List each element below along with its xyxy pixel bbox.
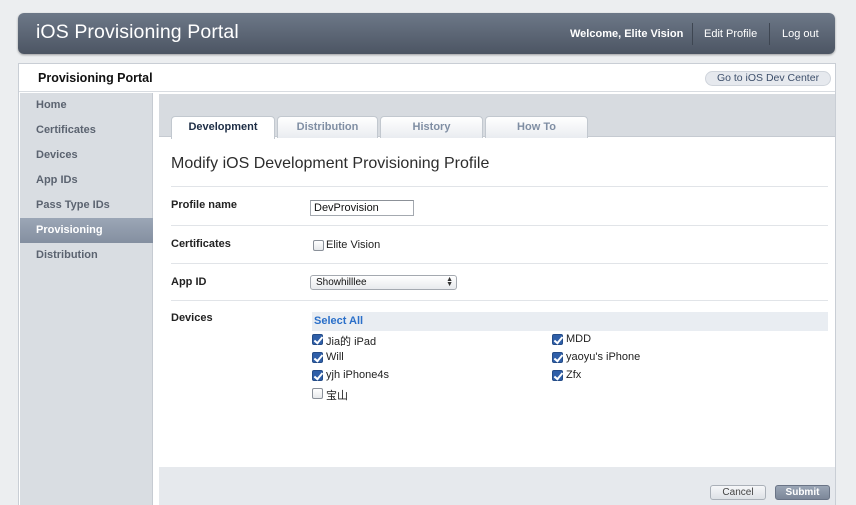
device-name: yjh iPhone4s [326,369,389,381]
tab-development[interactable]: Development [171,116,275,139]
profile-name-input[interactable] [310,200,414,216]
select-all-bar: Select All [312,312,828,331]
form-footer: Cancel Submit [159,467,835,505]
divider [171,263,828,264]
device-checkbox[interactable] [312,388,323,399]
device-checkbox[interactable] [312,352,323,363]
welcome-text: Welcome, Elite Vision [570,28,684,40]
device-checkbox[interactable] [312,370,323,381]
portal-title: Provisioning Portal [38,71,153,85]
sidebar-item-app-ids[interactable]: App IDs [20,168,153,193]
divider [171,186,828,187]
submit-button[interactable]: Submit [775,485,830,500]
devices-label: Devices [171,312,213,324]
sidebar-item-pass-type-ids[interactable]: Pass Type IDs [20,193,153,218]
header-divider [692,23,693,45]
certificates-label: Certificates [171,238,231,250]
divider [171,225,828,226]
certificate-checkbox[interactable] [313,240,324,251]
app-id-selected-value: Showhilllee [316,277,367,288]
device-checkbox[interactable] [312,334,323,345]
tab-history[interactable]: History [380,116,483,138]
device-checkbox[interactable] [552,352,563,363]
device-checkbox[interactable] [552,370,563,381]
device-name: Jia的 iPad [326,336,377,348]
cancel-button[interactable]: Cancel [710,485,766,500]
page-title: Modify iOS Development Provisioning Prof… [171,155,490,172]
tab-strip: Development Distribution History How To [159,94,835,139]
app-id-select[interactable]: Showhilllee ▲ ▼ [310,275,457,290]
sidebar-item-devices[interactable]: Devices [20,143,153,168]
tab-distribution[interactable]: Distribution [277,116,378,138]
device-name: Will [326,351,344,363]
header-divider [769,23,770,45]
sidebar-item-distribution[interactable]: Distribution [20,243,153,268]
select-arrows-icon: ▲ ▼ [446,276,453,288]
device-name: 宝山 [326,390,348,402]
logout-link[interactable]: Log out [782,28,819,40]
sidebar-item-provisioning[interactable]: Provisioning [20,218,153,243]
divider [171,300,828,301]
select-all-link[interactable]: Select All [314,315,363,327]
sidebar-item-certificates[interactable]: Certificates [20,118,153,143]
edit-profile-link[interactable]: Edit Profile [704,28,757,40]
certificate-name: Elite Vision [326,239,381,251]
profile-name-label: Profile name [171,199,238,211]
device-name: Zfx [566,369,582,381]
device-name: MDD [566,333,592,345]
sidebar-nav: Home Certificates Devices App IDs Pass T… [20,93,153,505]
top-header-bar: iOS Provisioning Portal Welcome, Elite V… [18,13,835,54]
device-name: yaoyu's iPhone [566,351,641,363]
device-checkbox[interactable] [552,334,563,345]
app-title: iOS Provisioning Portal [36,21,239,43]
app-id-label: App ID [171,276,207,288]
main-panel: Provisioning Portal Go to iOS Dev Center… [18,63,836,505]
sidebar-item-home[interactable]: Home [20,93,153,118]
dev-center-link[interactable]: Go to iOS Dev Center [705,71,831,86]
tab-how-to[interactable]: How To [485,116,588,138]
panel-header: Provisioning Portal Go to iOS Dev Center [19,64,835,92]
